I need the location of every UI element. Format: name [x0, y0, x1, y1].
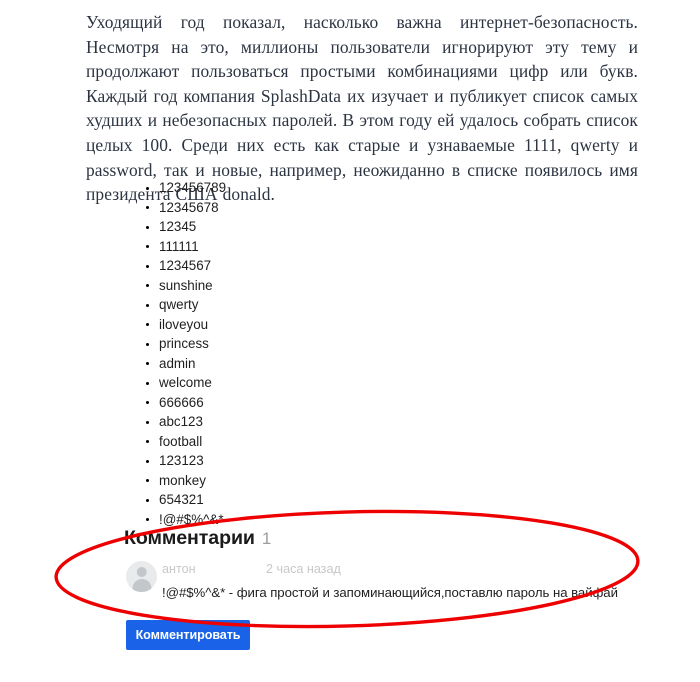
- list-item: 123456789: [146, 178, 446, 198]
- comment-author[interactable]: антон: [162, 562, 266, 576]
- comments-heading: Комментарии 1: [124, 527, 644, 552]
- list-item: princess: [146, 334, 446, 354]
- list-item: 12345: [146, 217, 446, 237]
- list-item: qwerty: [146, 295, 446, 315]
- comment-submit-button[interactable]: Комментировать: [126, 620, 250, 650]
- list-item: 111111: [146, 237, 446, 257]
- comments-count: 1: [261, 529, 272, 548]
- comments-section: Комментарии 1 антон 2 часа назад !@#$%^&…: [124, 527, 644, 605]
- list-item: monkey: [146, 471, 446, 491]
- list-item: football: [146, 432, 446, 452]
- comments-heading-label: Комментарии: [124, 527, 255, 549]
- comment-item: антон 2 часа назад !@#$%^&* - фига прост…: [124, 561, 644, 605]
- comment-text: !@#$%^&* - фига простой и запоминающийся…: [162, 585, 618, 600]
- list-item: 123123: [146, 451, 446, 471]
- avatar-head-shape: [136, 566, 147, 577]
- user-avatar-placeholder-icon: [126, 561, 157, 592]
- comment-meta: антон 2 часа назад: [162, 561, 644, 578]
- list-item: abc123: [146, 412, 446, 432]
- list-item: 666666: [146, 393, 446, 413]
- list-item: welcome: [146, 373, 446, 393]
- list-item: 1234567: [146, 256, 446, 276]
- list-item: 12345678: [146, 198, 446, 218]
- avatar-body-shape: [132, 579, 151, 592]
- list-item: 654321: [146, 490, 446, 510]
- password-list: 123456789 12345678 12345 111111 1234567 …: [146, 178, 446, 529]
- list-item: sunshine: [146, 276, 446, 296]
- list-item: admin: [146, 354, 446, 374]
- list-item: iloveyou: [146, 315, 446, 335]
- comment-timestamp: 2 часа назад: [266, 562, 341, 576]
